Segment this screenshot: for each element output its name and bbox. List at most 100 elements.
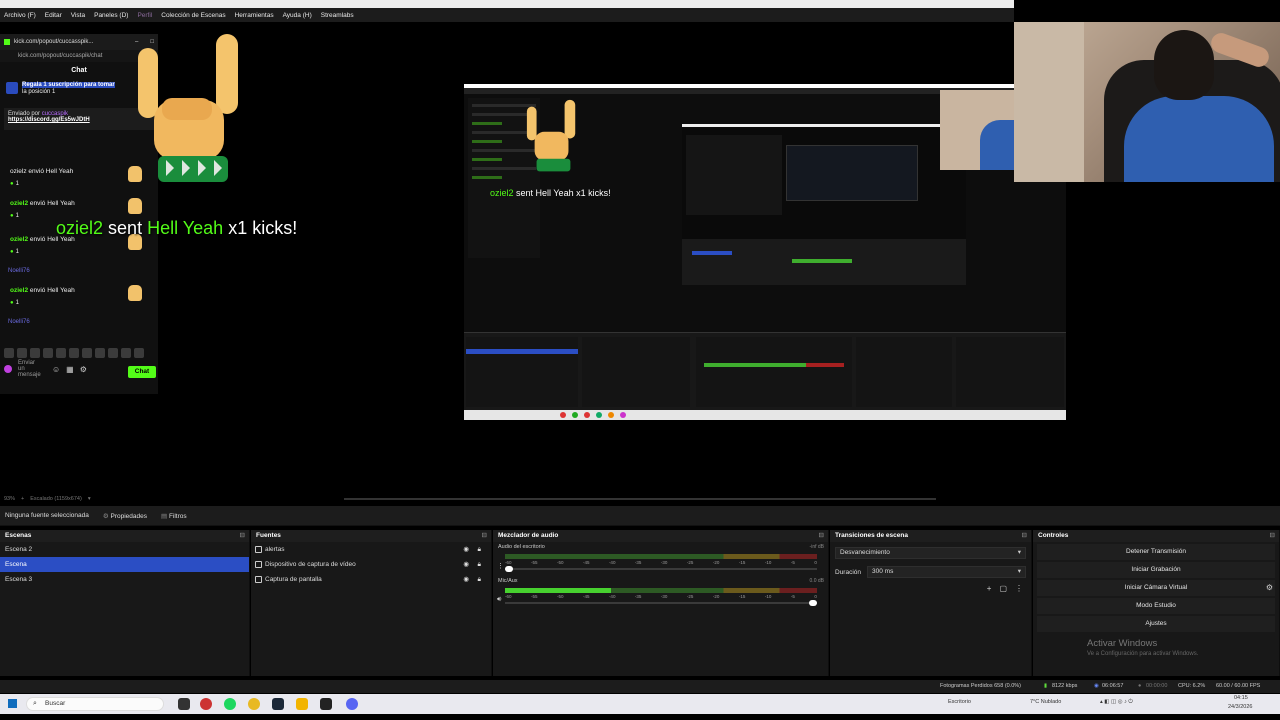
menu-coleccion-escenas[interactable]: Colección de Escenas [161, 12, 225, 19]
clock-date[interactable]: 24/3/2026 [1228, 704, 1252, 710]
menu-ayuda[interactable]: Ayuda (H) [283, 12, 312, 19]
transition-type-select[interactable]: Desvanecimiento [835, 547, 1026, 559]
emote-icon[interactable] [17, 348, 27, 358]
dock-options-icon[interactable]: ⊟ [1270, 530, 1275, 542]
stop-streaming-button[interactable]: Detener Transmisión [1037, 544, 1275, 560]
scene-item-selected[interactable]: Escena [0, 557, 249, 572]
duration-input[interactable]: 300 ms [867, 566, 1026, 578]
pinned-discord-link[interactable]: https://discord.gg/Es5wJDtH [8, 117, 150, 123]
chevron-down-icon[interactable]: ▾ [88, 496, 91, 502]
clock-time[interactable]: 04:15 [1234, 695, 1248, 701]
eye-icon[interactable]: ◉ [463, 557, 469, 572]
taskbar-search[interactable]: ⌕ Buscar [26, 697, 164, 711]
scale-tick: -35 [634, 560, 642, 565]
start-recording-button[interactable]: Iniciar Grabación [1037, 562, 1275, 578]
studio-mode-button[interactable]: Modo Estudio [1037, 598, 1275, 614]
scale-tick: -45 [582, 594, 590, 599]
preview-canvas[interactable]: kick.com/popout/cuccasspik... – □ kick.co… [0, 22, 1280, 492]
zoom-level[interactable]: 93% [4, 496, 15, 502]
dock-options-icon[interactable]: ⊟ [482, 530, 487, 542]
volume-knob[interactable] [505, 566, 513, 572]
promo-line-2: la posición 1 [22, 89, 56, 95]
menu-herramientas[interactable]: Herramientas [235, 12, 274, 19]
task-view-icon[interactable] [178, 698, 190, 710]
emoji-icon[interactable]: ☺ [52, 365, 60, 374]
emote-icon[interactable] [43, 348, 53, 358]
emote-bar [4, 348, 144, 358]
mic-icon[interactable] [4, 365, 12, 373]
source-item[interactable]: Captura de pantalla ◉ 🔒︎ [251, 572, 491, 587]
tray-icons[interactable]: ▴ ◧ ◫ ◎ ♪ ⏻ [1100, 699, 1133, 706]
spotify-icon[interactable] [224, 698, 236, 710]
menu-vista[interactable]: Vista [71, 12, 85, 19]
scale-mode[interactable]: Escalado (1159x674) [30, 496, 82, 502]
gear-icon[interactable]: ⚙ [80, 365, 87, 374]
filters-button[interactable]: ▤ Filtros [161, 512, 187, 520]
chat-username[interactable]: oziel2 [10, 236, 28, 243]
sources-dock: Fuentes ⊟ alertas ◉ 🔒︎ Dispositivo de captu… [251, 530, 492, 690]
nested-alert-rest: sent Hell Yeah x1 kicks! [516, 188, 611, 198]
scale-tick: -30 [660, 560, 668, 565]
chat-username[interactable]: oziel2 [10, 287, 28, 294]
lock-icon[interactable]: 🔒︎ [478, 557, 481, 572]
trash-icon[interactable]: ▢ [999, 584, 1007, 593]
zoom-in-icon[interactable]: + [21, 496, 24, 502]
menu-perfil[interactable]: Perfil [137, 12, 152, 19]
menu-paneles[interactable]: Paneles (D) [94, 12, 128, 19]
volume-slider[interactable] [505, 600, 817, 606]
source-item[interactable]: Dispositivo de captura de vídeo ◉ 🔒︎ [251, 557, 491, 572]
lock-icon[interactable]: 🔒︎ [478, 542, 481, 557]
properties-button[interactable]: ⚙ Propiedades [103, 512, 147, 520]
emote-icon[interactable] [30, 348, 40, 358]
preview-horizontal-scrollbar[interactable] [344, 498, 936, 500]
source-label: Captura de pantalla [265, 576, 322, 583]
volume-knob[interactable] [809, 600, 817, 606]
emote-icon[interactable] [82, 348, 92, 358]
menu-streamlabs[interactable]: Streamlabs [321, 12, 354, 19]
chat-username[interactable]: oziel2 [10, 200, 28, 207]
discord-icon[interactable] [346, 698, 358, 710]
speaker-icon[interactable]: ⋮ [497, 562, 504, 570]
chrome-icon[interactable] [248, 698, 260, 710]
file-explorer-icon[interactable] [296, 698, 308, 710]
gear-icon[interactable]: ⚙ [1266, 580, 1273, 596]
emote-icon[interactable] [121, 348, 131, 358]
promo-line-1: Regala 1 suscripción para tomar [22, 82, 115, 88]
add-icon[interactable]: + [987, 584, 992, 593]
eye-icon[interactable]: ◉ [463, 542, 469, 557]
more-icon[interactable]: ⋮ [1015, 584, 1023, 593]
chat-send-button[interactable]: Chat [128, 366, 156, 378]
menu-archivo[interactable]: Archivo (F) [4, 12, 36, 19]
source-item[interactable]: alertas ◉ 🔒︎ [251, 542, 491, 557]
dock-options-icon[interactable]: ⊟ [819, 530, 824, 542]
menu-editar[interactable]: Editar [45, 12, 62, 19]
emote-icon[interactable] [95, 348, 105, 358]
windows-start-icon[interactable] [8, 699, 17, 708]
streamer-head [1154, 30, 1214, 100]
emote-icon[interactable] [4, 348, 14, 358]
opera-icon[interactable] [200, 698, 212, 710]
emote-icon[interactable] [69, 348, 79, 358]
weather[interactable]: 7°C Nublado [1030, 699, 1061, 705]
chat-input-placeholder[interactable]: Enviar un mensaje [18, 360, 46, 378]
dock-options-icon[interactable]: ⊟ [240, 530, 245, 542]
steam-icon[interactable] [272, 698, 284, 710]
obs-icon[interactable] [320, 698, 332, 710]
lock-icon[interactable]: 🔒︎ [478, 572, 481, 587]
start-virtual-camera-button[interactable]: Iniciar Cámara Virtual ⚙ [1037, 580, 1275, 596]
dock-options-icon[interactable]: ⊟ [1022, 530, 1027, 542]
emote-icon[interactable] [134, 348, 144, 358]
emote-icon[interactable] [56, 348, 66, 358]
eye-icon[interactable]: ◉ [463, 572, 469, 587]
speaker-icon[interactable]: 🔊︎ [497, 596, 501, 604]
scale-tick: -30 [660, 594, 668, 599]
tray-desktop[interactable]: Escritorio [948, 699, 971, 705]
calendar-icon[interactable]: ▦ [66, 365, 74, 374]
emote-icon[interactable] [108, 348, 118, 358]
scene-item[interactable]: Escena 3 [0, 572, 249, 587]
settings-button[interactable]: Ajustes [1037, 616, 1275, 632]
scene-item[interactable]: Escena 2 [0, 542, 249, 557]
volume-slider[interactable] [505, 566, 817, 572]
audio-mixer-dock: Mezclador de audio ⊟ Audio del escritorio… [493, 530, 829, 690]
gift-sub-promo[interactable]: Regala 1 suscripción para tomar la posici… [6, 82, 152, 96]
